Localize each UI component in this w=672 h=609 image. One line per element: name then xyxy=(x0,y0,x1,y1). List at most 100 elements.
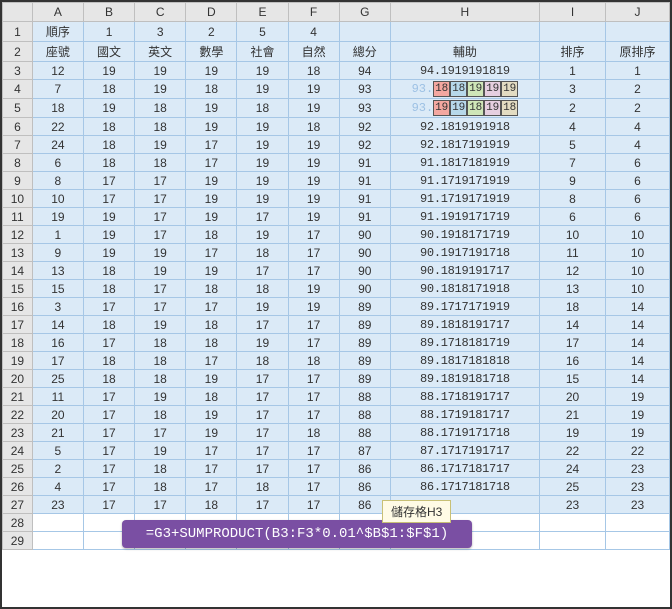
social[interactable]: 19 xyxy=(237,136,288,154)
col-B[interactable]: B xyxy=(83,3,134,22)
english[interactable]: 18 xyxy=(135,460,186,478)
english[interactable]: 19 xyxy=(135,80,186,99)
chinese[interactable]: 18 xyxy=(83,352,134,370)
rank[interactable]: 3 xyxy=(539,80,605,99)
aux-cell[interactable]: 88.1718191717 xyxy=(390,388,539,406)
order-num[interactable]: 4 xyxy=(288,22,339,42)
social[interactable]: 19 xyxy=(237,154,288,172)
row-header[interactable]: 26 xyxy=(3,478,33,496)
social[interactable]: 18 xyxy=(237,478,288,496)
english[interactable]: 18 xyxy=(135,352,186,370)
aux-cell[interactable]: 90.1819191717 xyxy=(390,262,539,280)
chinese[interactable]: 18 xyxy=(83,316,134,334)
row-header[interactable]: 2 xyxy=(3,42,33,62)
aux-cell[interactable]: 90.1818171918 xyxy=(390,280,539,298)
aux-cell[interactable]: 88.1719181717 xyxy=(390,406,539,424)
order-label[interactable]: 順序 xyxy=(32,22,83,42)
empty-cell[interactable] xyxy=(32,514,83,532)
seat-num[interactable]: 17 xyxy=(32,352,83,370)
rank[interactable]: 14 xyxy=(539,316,605,334)
chinese[interactable]: 18 xyxy=(83,154,134,172)
chinese[interactable]: 17 xyxy=(83,442,134,460)
math[interactable]: 17 xyxy=(186,442,237,460)
math[interactable]: 17 xyxy=(186,298,237,316)
row-header[interactable]: 15 xyxy=(3,280,33,298)
aux-cell[interactable]: 92.1817191919 xyxy=(390,136,539,154)
blank[interactable] xyxy=(390,22,539,42)
social[interactable]: 19 xyxy=(237,80,288,99)
blank[interactable] xyxy=(339,22,390,42)
seat-num[interactable]: 1 xyxy=(32,226,83,244)
field-header[interactable]: 座號 xyxy=(32,42,83,62)
social[interactable]: 17 xyxy=(237,316,288,334)
total[interactable]: 88 xyxy=(339,388,390,406)
blank[interactable] xyxy=(606,22,670,42)
row-header[interactable]: 14 xyxy=(3,262,33,280)
total[interactable]: 91 xyxy=(339,208,390,226)
social[interactable]: 18 xyxy=(237,99,288,118)
col-F[interactable]: F xyxy=(288,3,339,22)
aux-cell[interactable]: 91.1719171919 xyxy=(390,172,539,190)
social[interactable]: 17 xyxy=(237,406,288,424)
math[interactable]: 19 xyxy=(186,118,237,136)
orig-rank[interactable]: 2 xyxy=(606,80,670,99)
orig-rank[interactable]: 14 xyxy=(606,352,670,370)
seat-num[interactable]: 3 xyxy=(32,298,83,316)
seat-num[interactable]: 9 xyxy=(32,244,83,262)
row-header[interactable]: 11 xyxy=(3,208,33,226)
field-header[interactable]: 英文 xyxy=(135,42,186,62)
chinese[interactable]: 17 xyxy=(83,298,134,316)
orig-rank[interactable]: 22 xyxy=(606,442,670,460)
aux-cell[interactable]: 91.1719171919 xyxy=(390,190,539,208)
aux-cell[interactable]: 93.1818191919 xyxy=(390,80,539,99)
row-header[interactable]: 5 xyxy=(3,99,33,118)
science[interactable]: 17 xyxy=(288,316,339,334)
field-header[interactable]: 排序 xyxy=(539,42,605,62)
orig-rank[interactable]: 6 xyxy=(606,154,670,172)
chinese[interactable]: 18 xyxy=(83,262,134,280)
order-num[interactable]: 2 xyxy=(186,22,237,42)
row-header[interactable]: 8 xyxy=(3,154,33,172)
aux-cell[interactable]: 88.1719171718 xyxy=(390,424,539,442)
seat-num[interactable]: 23 xyxy=(32,496,83,514)
chinese[interactable]: 17 xyxy=(83,424,134,442)
field-header[interactable]: 輔助 xyxy=(390,42,539,62)
col-E[interactable]: E xyxy=(237,3,288,22)
orig-rank[interactable]: 6 xyxy=(606,172,670,190)
rank[interactable]: 23 xyxy=(539,496,605,514)
col-C[interactable]: C xyxy=(135,3,186,22)
total[interactable]: 91 xyxy=(339,172,390,190)
aux-cell[interactable]: 90.1917191718 xyxy=(390,244,539,262)
row-header[interactable]: 12 xyxy=(3,226,33,244)
total[interactable]: 89 xyxy=(339,316,390,334)
aux-cell[interactable]: 93.1919181918 xyxy=(390,99,539,118)
math[interactable]: 19 xyxy=(186,172,237,190)
orig-rank[interactable]: 6 xyxy=(606,190,670,208)
seat-num[interactable]: 25 xyxy=(32,370,83,388)
seat-num[interactable]: 20 xyxy=(32,406,83,424)
math[interactable]: 19 xyxy=(186,99,237,118)
english[interactable]: 17 xyxy=(135,496,186,514)
rank[interactable]: 18 xyxy=(539,298,605,316)
orig-rank[interactable]: 19 xyxy=(606,424,670,442)
order-num[interactable]: 1 xyxy=(83,22,134,42)
orig-rank[interactable]: 10 xyxy=(606,226,670,244)
total[interactable]: 86 xyxy=(339,478,390,496)
total[interactable]: 93 xyxy=(339,80,390,99)
orig-rank[interactable]: 10 xyxy=(606,280,670,298)
empty-cell[interactable] xyxy=(32,532,83,550)
aux-cell[interactable]: 87.1717191717 xyxy=(390,442,539,460)
chinese[interactable]: 17 xyxy=(83,190,134,208)
aux-cell[interactable]: 89.1718181719 xyxy=(390,334,539,352)
rank[interactable]: 13 xyxy=(539,280,605,298)
english[interactable]: 19 xyxy=(135,316,186,334)
total[interactable]: 90 xyxy=(339,262,390,280)
aux-cell[interactable]: 91.1919171719 xyxy=(390,208,539,226)
science[interactable]: 17 xyxy=(288,262,339,280)
row-header[interactable]: 4 xyxy=(3,80,33,99)
english[interactable]: 17 xyxy=(135,424,186,442)
seat-num[interactable]: 7 xyxy=(32,80,83,99)
aux-cell[interactable]: 89.1818191717 xyxy=(390,316,539,334)
chinese[interactable]: 18 xyxy=(83,80,134,99)
row-header[interactable]: 29 xyxy=(3,532,33,550)
